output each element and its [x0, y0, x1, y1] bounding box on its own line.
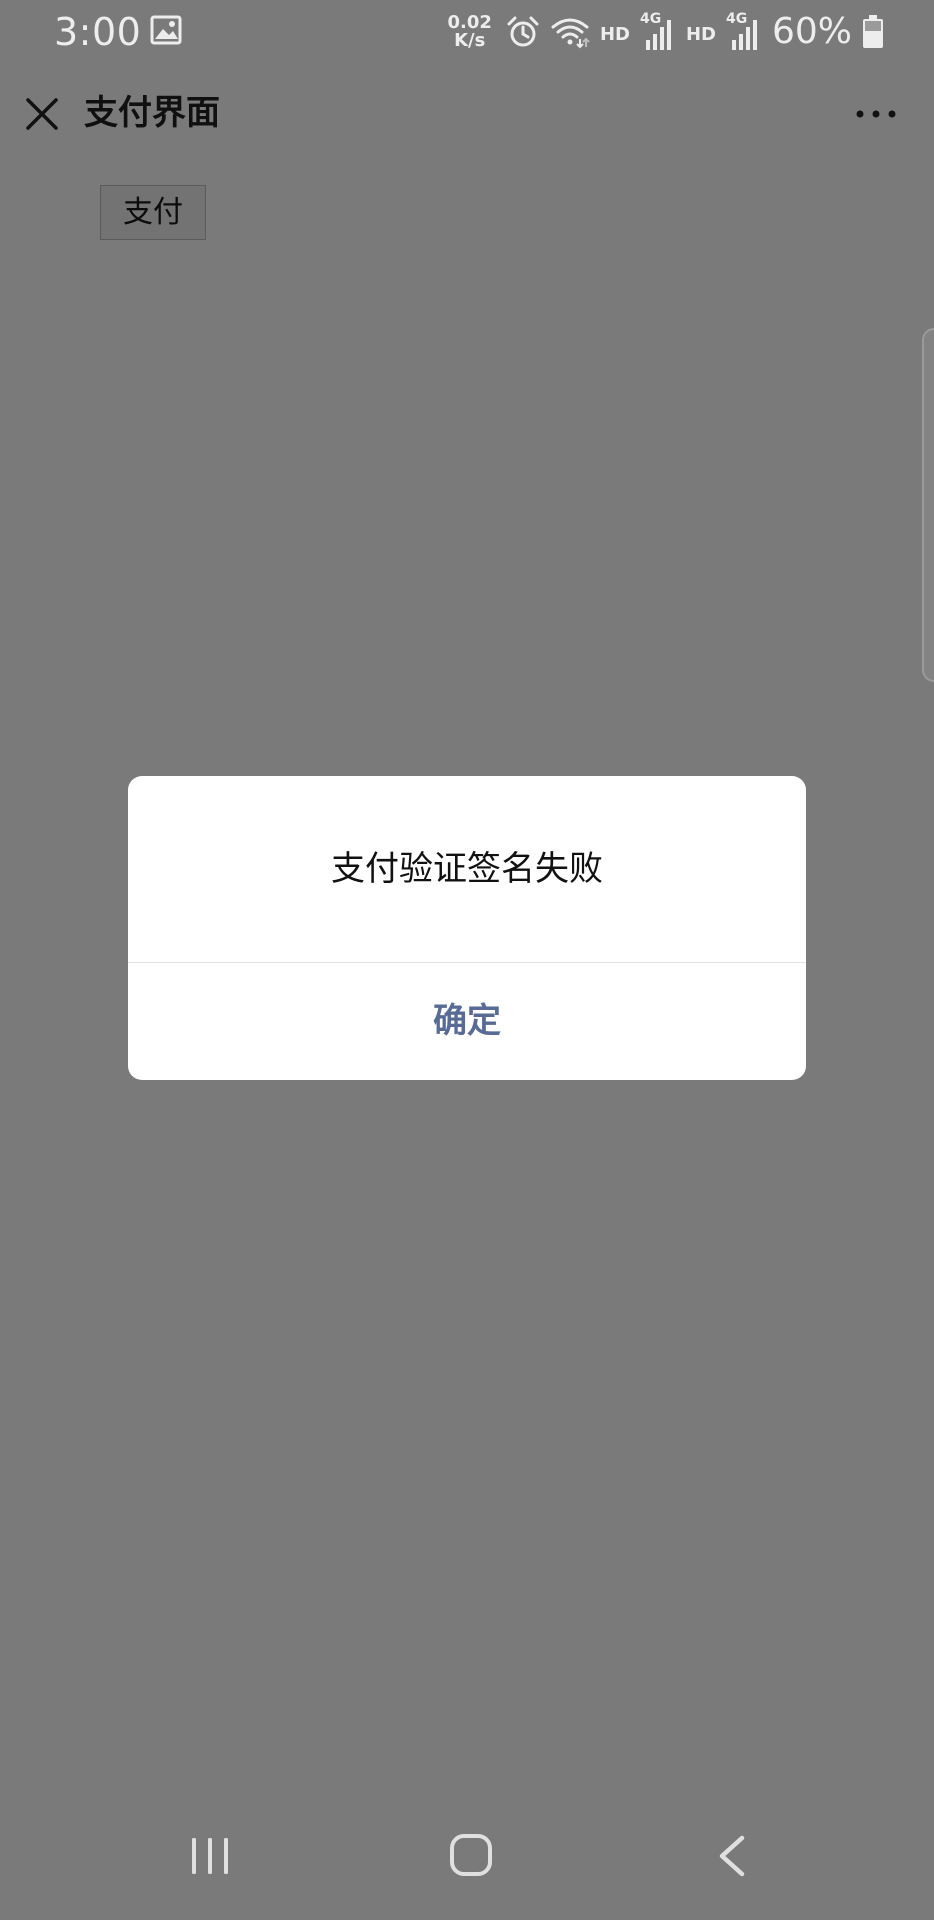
app-screen: 3:00 0.02 K/s HD 4G HD 4G 60% 支付界面 支付 支付…	[0, 0, 934, 1920]
sim1-signal: 4G	[640, 12, 676, 52]
more-icon[interactable]	[854, 102, 898, 126]
network-speed-unit: K/s	[454, 30, 486, 51]
alarm-icon	[507, 16, 539, 47]
signal-icon	[645, 20, 671, 50]
signal-icon	[731, 20, 757, 50]
pay-button[interactable]: 支付	[100, 185, 206, 240]
status-right-group: 0.02 K/s HD 4G HD 4G 60%	[448, 8, 884, 56]
navigation-bar	[0, 1792, 934, 1920]
status-time: 3:00	[54, 10, 142, 54]
wifi-icon	[551, 18, 590, 49]
close-icon[interactable]	[22, 94, 62, 134]
dialog-message: 支付验证签名失败	[331, 849, 603, 889]
gallery-icon	[150, 15, 182, 45]
battery-percent: 60%	[771, 11, 852, 52]
sim2-hd-label: HD	[685, 23, 716, 45]
sim2-signal: 4G	[726, 12, 762, 52]
confirm-button[interactable]: 确定	[128, 963, 806, 1080]
back-icon[interactable]	[714, 1834, 750, 1878]
network-speed: 0.02 K/s	[448, 14, 492, 50]
battery-icon	[863, 15, 883, 48]
page-title: 支付界面	[84, 93, 220, 133]
sim1-hd-label: HD	[599, 23, 630, 45]
home-icon[interactable]	[448, 1832, 494, 1878]
title-bar: 支付界面	[0, 64, 934, 164]
status-bar: 3:00 0.02 K/s HD 4G HD 4G 60%	[0, 0, 934, 64]
alert-dialog: 支付验证签名失败 确定	[128, 776, 806, 1080]
recents-icon[interactable]	[188, 1834, 232, 1878]
edge-panel-handle[interactable]	[922, 328, 934, 682]
